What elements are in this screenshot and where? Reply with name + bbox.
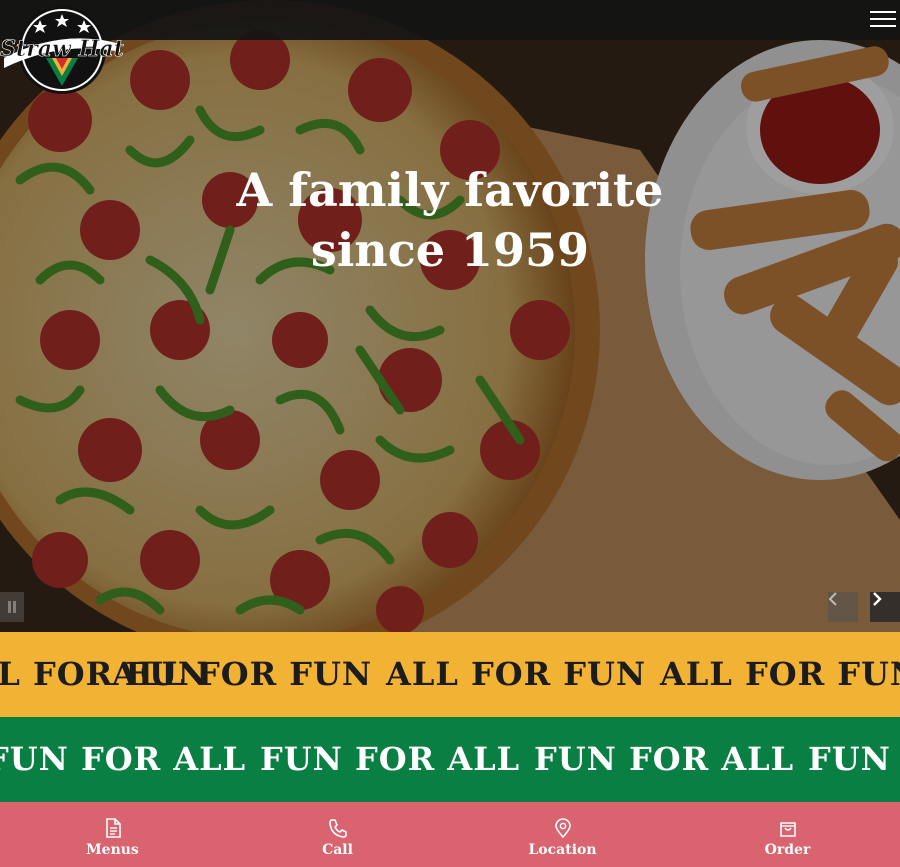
hero-image xyxy=(0,0,900,632)
nav-order-button[interactable]: Order xyxy=(675,802,900,867)
svg-text:Straw Hat: Straw Hat xyxy=(0,36,124,62)
nav-call-button[interactable]: Call xyxy=(225,802,450,867)
top-bar xyxy=(0,0,900,40)
slideshow-next-button[interactable] xyxy=(870,592,900,622)
nav-location-label: Location xyxy=(528,842,597,858)
hero-title-line2: since 1959 xyxy=(310,223,590,277)
pause-icon-bar xyxy=(13,601,16,613)
marquee-green-text: FUN FOR ALL xyxy=(0,740,247,778)
marquee-green-text: FUN FOR ALL xyxy=(808,740,900,778)
marquee-green-text: FUN FOR ALL xyxy=(534,740,795,778)
hero-title: A family favorite since 1959 xyxy=(0,160,900,280)
bottom-nav: Menus Call Location Order xyxy=(0,802,900,867)
nav-order-label: Order xyxy=(764,842,811,858)
chevron-right-icon xyxy=(873,592,882,606)
nav-location-button[interactable]: Location xyxy=(450,802,675,867)
chevron-left-icon xyxy=(828,592,837,606)
phone-icon xyxy=(328,819,347,838)
straw-hat-logo-icon: Straw Hat xyxy=(0,6,124,94)
nav-menus-label: Menus xyxy=(86,842,139,858)
marquee-yellow-text: ALL FOR FUN xyxy=(660,655,900,693)
marquee-yellow-band: ALL FOR FUN ALL FOR FUN ALL FOR FUN ALL … xyxy=(0,632,900,717)
hero-slideshow: A family favorite since 1959 xyxy=(0,0,900,632)
slideshow-pause-button[interactable] xyxy=(0,592,24,622)
document-icon xyxy=(105,818,121,838)
hero-title-line1: A family favorite xyxy=(236,163,664,217)
slideshow-prev-button[interactable] xyxy=(828,592,858,622)
hamburger-menu-button[interactable] xyxy=(870,6,896,32)
marquee-green-band: FUN FOR ALL FUN FOR ALL FUN FOR ALL FUN … xyxy=(0,717,900,802)
pause-icon xyxy=(8,601,11,613)
marquee-green-text: FUN FOR ALL xyxy=(260,740,521,778)
nav-call-label: Call xyxy=(322,842,353,858)
map-pin-icon xyxy=(554,818,571,838)
marquee-yellow-text: ALL FOR FUN xyxy=(386,655,647,693)
nav-menus-button[interactable]: Menus xyxy=(0,802,225,867)
shopping-bag-icon xyxy=(779,822,796,837)
marquee-yellow-text: ALL FOR FUN xyxy=(112,655,373,693)
site-logo[interactable]: Straw Hat xyxy=(0,6,124,96)
